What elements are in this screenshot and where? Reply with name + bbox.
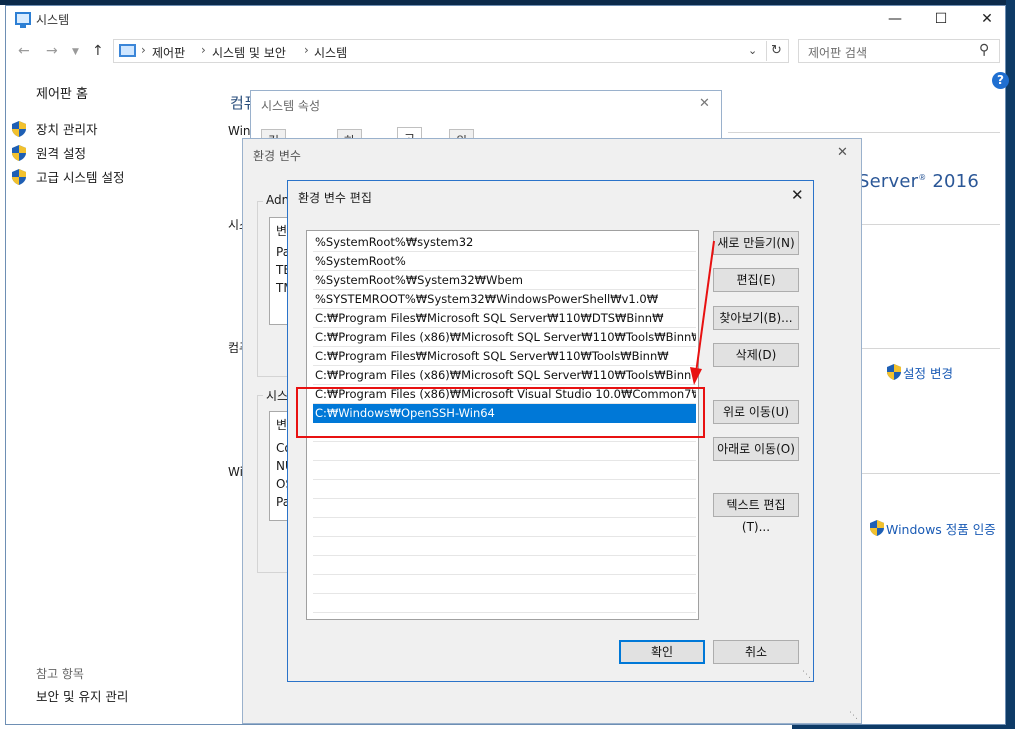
see-also-header: 참고 항목 [36, 667, 84, 681]
sidebar-item-advanced-settings[interactable]: 고급 시스템 설정 [36, 167, 124, 186]
close-icon[interactable]: ✕ [791, 186, 804, 204]
list-item-empty[interactable] [313, 480, 696, 499]
resize-grip-icon[interactable]: ⋱ [849, 711, 858, 721]
dialog-title: 시스템 속성 [261, 99, 321, 113]
move-up-button[interactable]: 위로 이동(U) [713, 400, 799, 424]
dialog-title: 환경 변수 편집 [298, 191, 372, 205]
recent-dropdown-icon[interactable]: ▼ [72, 47, 79, 57]
computer-icon [15, 12, 31, 28]
up-icon[interactable]: ↑ [92, 43, 104, 59]
move-down-button[interactable]: 아래로 이동(O) [713, 437, 799, 461]
list-item[interactable]: C:₩Program Files₩Microsoft SQL Server₩11… [313, 309, 696, 328]
list-item-empty[interactable] [313, 594, 696, 613]
system-properties-dialog: 시스템 속성 ✕ 컴퓨터 이름 하드웨어 고급 원격 [250, 90, 722, 216]
list-item[interactable]: %SystemRoot%₩System32₩Wbem [313, 271, 696, 290]
breadcrumb-system-security[interactable]: 시스템 및 보안 [212, 44, 286, 61]
divider [856, 348, 1000, 349]
back-icon[interactable]: ← [18, 43, 30, 59]
list-item-empty[interactable] [313, 461, 696, 480]
computer-icon [119, 44, 136, 57]
minimize-button[interactable]: — [872, 6, 918, 32]
shield-icon [12, 121, 26, 137]
sidebar-item-device-manager[interactable]: 장치 관리자 [36, 119, 97, 138]
breadcrumb-system[interactable]: 시스템 [314, 44, 347, 61]
maximize-button[interactable]: ☐ [918, 6, 964, 32]
sidebar-item-remote-settings[interactable]: 원격 설정 [36, 143, 86, 162]
window-title: 시스템 [36, 13, 70, 27]
windows-server-logo-text: Server® 2016 [858, 171, 979, 192]
dialog-title: 환경 변수 [253, 149, 301, 163]
shield-icon [12, 145, 26, 161]
windows-activation-link[interactable]: Windows 정품 인증 [886, 519, 996, 538]
column-header-variable[interactable]: 변 [276, 416, 287, 433]
list-item-empty[interactable] [313, 518, 696, 537]
close-button[interactable]: ✕ [964, 6, 1010, 32]
change-settings-link[interactable]: 설정 변경 [903, 363, 953, 382]
forward-icon[interactable]: → [46, 43, 58, 59]
list-item[interactable]: %SYSTEMROOT%₩System32₩WindowsPowerShell₩… [313, 290, 696, 309]
search-input[interactable]: 제어판 검색 ⚲ [798, 39, 1000, 63]
cancel-button[interactable]: 취소 [713, 640, 799, 664]
close-icon[interactable]: ✕ [699, 96, 710, 111]
control-panel-home-link[interactable]: 제어판 홈 [36, 83, 88, 102]
shield-icon [12, 169, 26, 185]
column-header-variable[interactable]: 변 [276, 222, 287, 239]
close-icon[interactable]: ✕ [837, 145, 848, 160]
divider [856, 224, 1000, 225]
shield-icon [887, 364, 901, 380]
refresh-icon[interactable]: ↻ [766, 41, 786, 61]
divider [728, 132, 1000, 133]
title-bar: 시스템 — ☐ ✕ [6, 6, 1005, 32]
shield-icon [870, 520, 884, 536]
highlight-box-annotation [296, 387, 705, 438]
list-item-empty[interactable] [313, 499, 696, 518]
chevron-down-icon[interactable]: ⌄ [748, 44, 757, 57]
divider [856, 473, 1000, 474]
breadcrumb-control-panel[interactable]: 제어판 [152, 44, 185, 61]
chevron-right-icon: › [201, 43, 206, 57]
chevron-right-icon: › [141, 43, 146, 57]
list-item-empty[interactable] [313, 575, 696, 594]
security-maintenance-link[interactable]: 보안 및 유지 관리 [36, 686, 128, 705]
list-item-empty[interactable] [313, 537, 696, 556]
list-item-empty[interactable] [313, 442, 696, 461]
search-placeholder: 제어판 검색 [808, 46, 868, 60]
desktop-background-right [1006, 0, 1015, 729]
resize-grip-icon[interactable]: ⋱ [802, 670, 811, 680]
chevron-right-icon: › [304, 43, 309, 57]
search-icon[interactable]: ⚲ [979, 42, 989, 58]
ok-button[interactable]: 확인 [619, 640, 705, 664]
red-arrow-annotation [690, 240, 715, 385]
list-item[interactable]: %SystemRoot% [313, 252, 696, 271]
list-item-empty[interactable] [313, 556, 696, 575]
list-item[interactable]: C:₩Program Files₩Microsoft SQL Server₩11… [313, 347, 696, 366]
edit-text-button[interactable]: 텍스트 편집(T)... [713, 493, 799, 534]
windows-activation-label: Wi [228, 465, 243, 479]
list-item[interactable]: %SystemRoot%₩system32 [313, 233, 696, 252]
list-item[interactable]: C:₩Program Files (x86)₩Microsoft SQL Ser… [313, 366, 696, 385]
address-box[interactable]: › 제어판 › 시스템 및 보안 › 시스템 ⌄ ↻ [113, 39, 789, 63]
list-item[interactable]: C:₩Program Files (x86)₩Microsoft SQL Ser… [313, 328, 696, 347]
help-icon[interactable]: ? [992, 72, 1009, 89]
